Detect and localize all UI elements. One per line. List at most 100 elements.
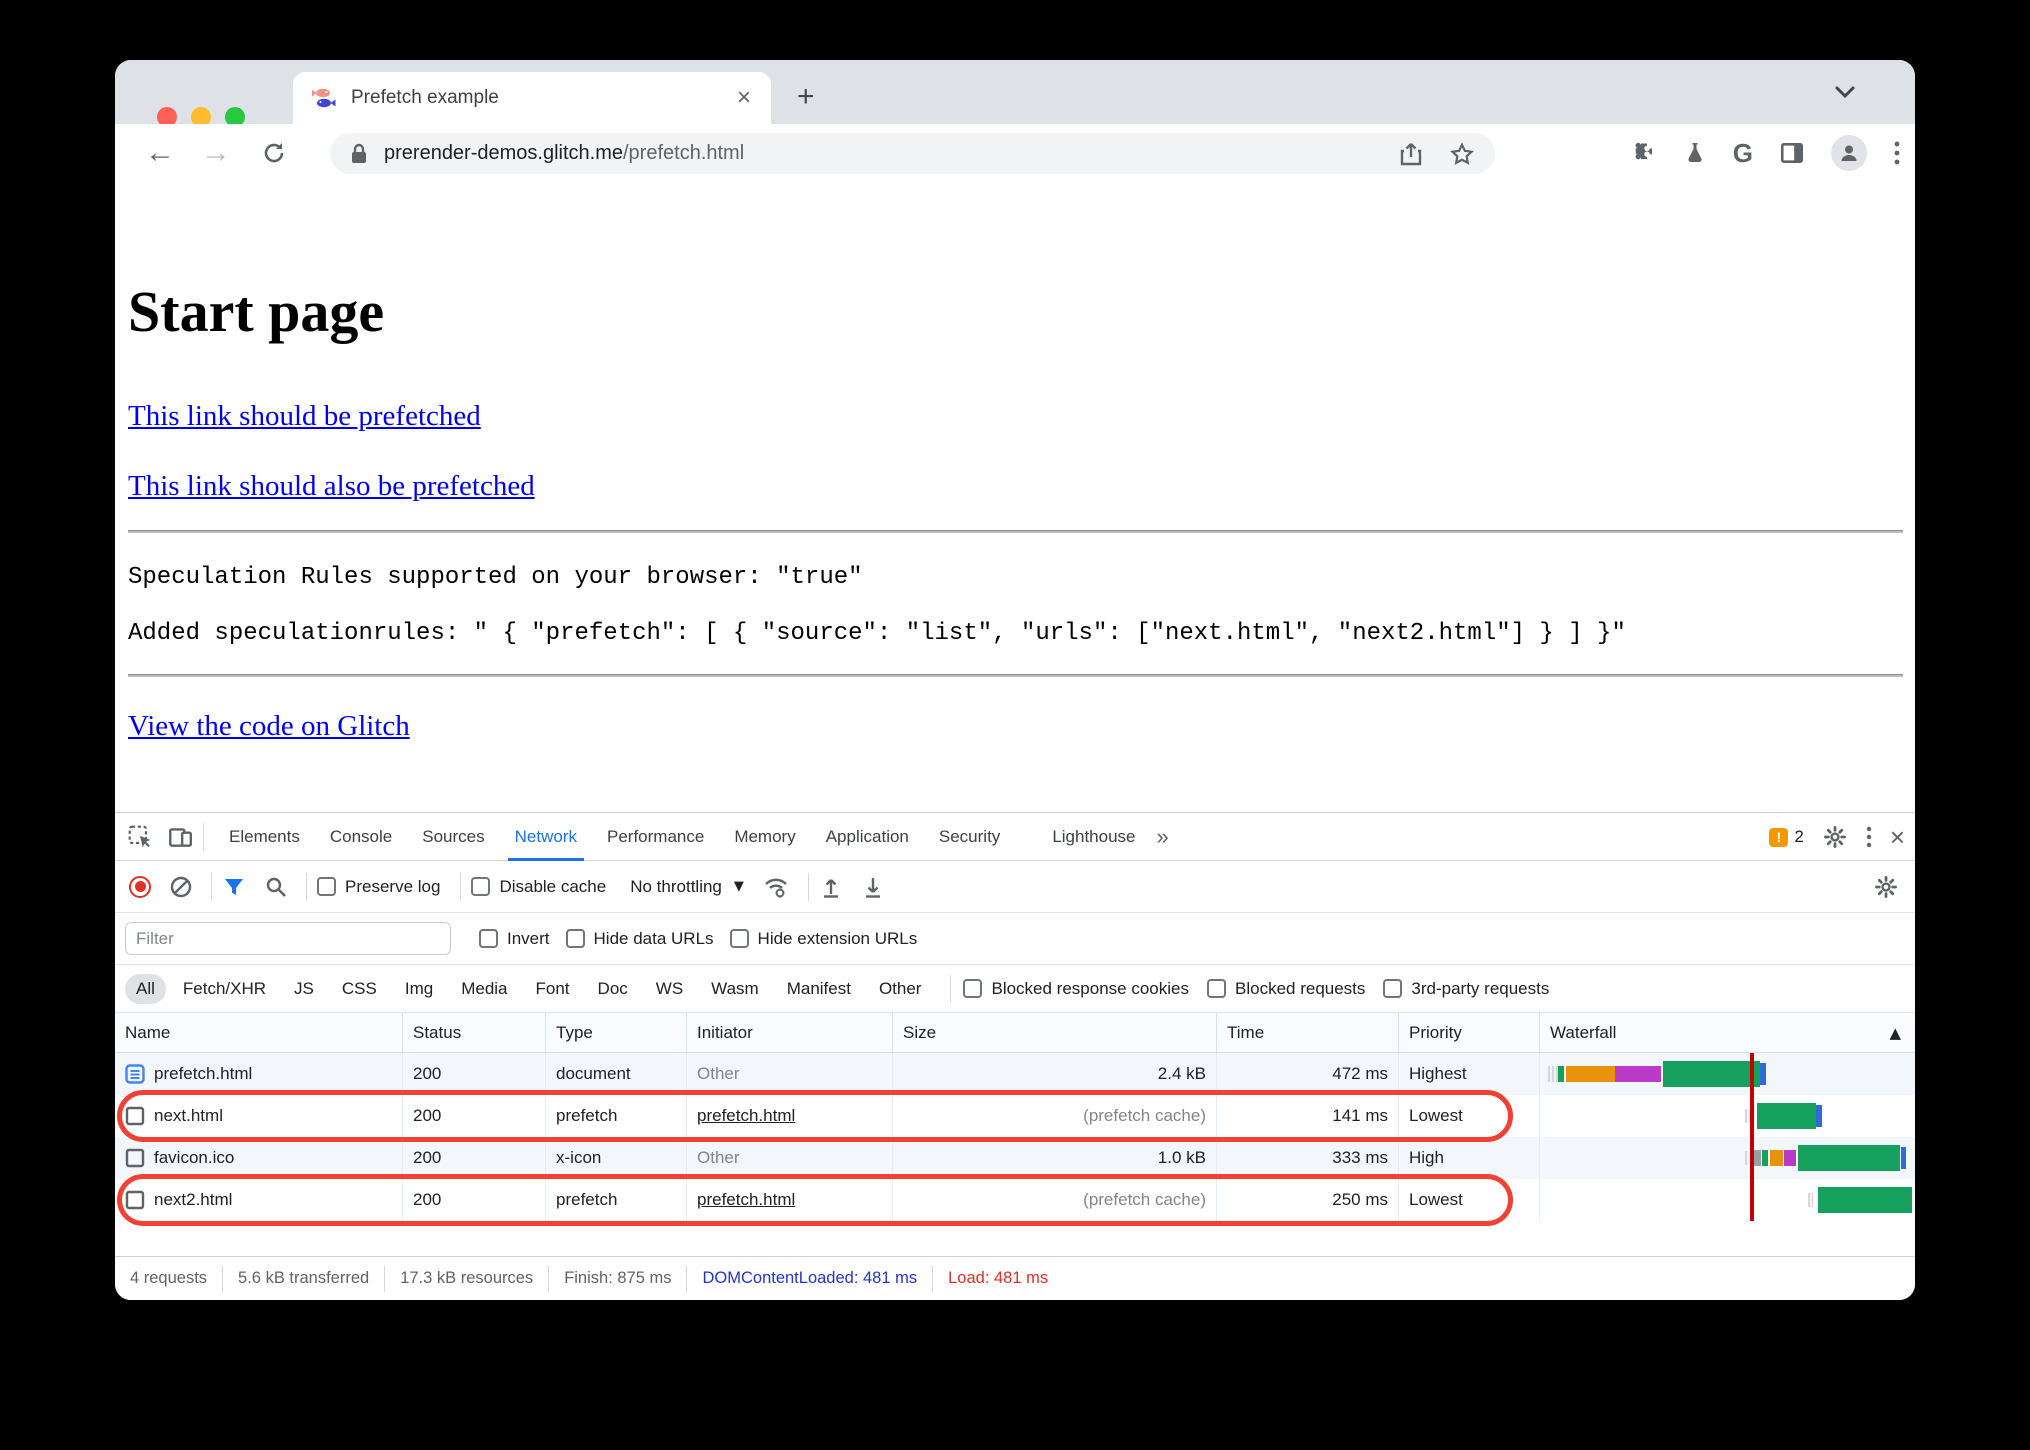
google-g-icon[interactable]: G <box>1733 138 1753 169</box>
share-icon[interactable] <box>1399 141 1423 167</box>
sort-arrow-icon[interactable]: ▲ <box>1889 1024 1901 1042</box>
tab-lighthouse[interactable]: Lighthouse <box>1037 813 1150 861</box>
devtools-settings-gear-icon[interactable] <box>1822 824 1848 850</box>
fish-favicon-icon <box>312 88 336 108</box>
tab-network[interactable]: Network <box>500 813 592 861</box>
invert-checkbox[interactable] <box>479 929 498 948</box>
type-pill-js[interactable]: JS <box>283 974 325 1004</box>
table-row[interactable]: next.html 200 prefetch prefetch.html (pr… <box>115 1090 1915 1142</box>
prefetch-link-2[interactable]: This link should also be prefetched <box>128 470 535 503</box>
document-icon <box>125 1064 145 1084</box>
type-pill-other[interactable]: Other <box>868 974 933 1004</box>
initiator-link[interactable]: prefetch.html <box>697 1106 795 1126</box>
column-header-initiator[interactable]: Initiator <box>686 1013 892 1052</box>
type-pill-wasm[interactable]: Wasm <box>700 974 770 1004</box>
request-name: next.html <box>154 1106 223 1125</box>
column-header-waterfall[interactable]: Waterfall <box>1539 1013 1915 1052</box>
waterfall-bar <box>1539 1137 1915 1179</box>
blocked-requests-checkbox[interactable] <box>1207 979 1226 998</box>
tab-sources[interactable]: Sources <box>407 813 499 861</box>
table-row[interactable]: next2.html 200 prefetch prefetch.html (p… <box>115 1174 1915 1226</box>
waterfall-bar <box>1539 1095 1915 1137</box>
devtools-close-icon[interactable]: × <box>1890 822 1905 853</box>
inspect-element-icon[interactable] <box>127 824 153 850</box>
address-bar[interactable]: prerender-demos.glitch.me/prefetch.html <box>330 133 1495 174</box>
third-party-requests-checkbox[interactable] <box>1383 979 1403 998</box>
table-row[interactable]: prefetch.html 200 document Other 2.4 kB … <box>115 1053 1915 1095</box>
search-icon[interactable] <box>264 875 288 899</box>
filter-input[interactable] <box>125 922 451 955</box>
issues-badge[interactable]: ! 2 <box>1769 827 1804 847</box>
hide-data-urls-checkbox[interactable] <box>565 929 585 948</box>
initiator-link[interactable]: prefetch.html <box>697 1190 795 1210</box>
blocked-requests-label: Blocked requests <box>1235 978 1366 998</box>
request-type-filters: All Fetch/XHR JS CSS Img Media Font Doc … <box>115 965 1915 1013</box>
browser-window: Prefetch example × + ← → prerender-demos… <box>115 60 1915 1300</box>
new-tab-button[interactable]: + <box>797 82 815 112</box>
forward-button[interactable]: → <box>201 138 231 168</box>
type-pill-media[interactable]: Media <box>450 974 518 1004</box>
prefetch-link-1[interactable]: This link should be prefetched <box>128 400 481 433</box>
tab-strip: Prefetch example × + <box>115 60 1915 127</box>
transferred-size: 5.6 kB transferred <box>223 1265 386 1292</box>
column-header-priority[interactable]: Priority <box>1398 1013 1539 1052</box>
horizontal-rule <box>128 674 1903 677</box>
blocked-response-cookies-checkbox[interactable] <box>963 979 983 998</box>
request-size: (prefetch cache) <box>892 1179 1216 1221</box>
table-row[interactable]: favicon.ico 200 x-icon Other 1.0 kB 333 … <box>115 1137 1915 1179</box>
disable-cache-checkbox[interactable] <box>471 877 491 896</box>
side-panel-icon[interactable] <box>1779 140 1805 166</box>
column-header-status[interactable]: Status <box>402 1013 545 1052</box>
network-toolbar: Preserve log Disable cache No throttling… <box>115 861 1915 913</box>
import-har-icon[interactable] <box>819 874 843 900</box>
type-pill-ws[interactable]: WS <box>645 974 694 1004</box>
type-pill-fetch-xhr[interactable]: Fetch/XHR <box>172 974 277 1004</box>
tab-elements[interactable]: Elements <box>214 813 315 861</box>
type-pill-all[interactable]: All <box>125 973 166 1004</box>
device-toolbar-icon[interactable] <box>167 824 193 850</box>
tab-memory[interactable]: Memory <box>719 813 810 861</box>
browser-menu-kebab-icon[interactable] <box>1893 139 1901 167</box>
file-icon <box>125 1190 145 1210</box>
type-pill-doc[interactable]: Doc <box>587 974 639 1004</box>
throttling-dropdown[interactable]: No throttling ▼ <box>630 877 744 897</box>
more-tabs-icon[interactable]: » <box>1157 824 1169 850</box>
tab-application[interactable]: Application <box>811 813 924 861</box>
column-header-time[interactable]: Time <box>1216 1013 1398 1052</box>
type-pill-img[interactable]: Img <box>394 974 444 1004</box>
invert-label: Invert <box>507 928 550 948</box>
column-header-size[interactable]: Size <box>892 1013 1216 1052</box>
request-type: prefetch <box>545 1095 686 1137</box>
tab-security[interactable]: Security <box>924 813 1015 861</box>
extensions-puzzle-icon[interactable] <box>1631 140 1657 166</box>
column-header-type[interactable]: Type <box>545 1013 686 1052</box>
finish-time: Finish: 875 ms <box>549 1265 688 1292</box>
type-pill-font[interactable]: Font <box>525 974 581 1004</box>
hide-extension-urls-checkbox[interactable] <box>729 929 749 948</box>
record-network-log-button[interactable] <box>129 875 151 898</box>
tab-console[interactable]: Console <box>315 813 407 861</box>
back-button[interactable]: ← <box>145 138 175 168</box>
profile-avatar[interactable] <box>1831 135 1867 171</box>
devtools-menu-kebab-icon[interactable] <box>1866 825 1872 849</box>
bookmark-star-icon[interactable] <box>1449 141 1475 167</box>
request-priority: Lowest <box>1398 1179 1539 1221</box>
glitch-code-link[interactable]: View the code on Glitch <box>128 710 410 743</box>
column-header-name[interactable]: Name <box>115 1013 402 1052</box>
export-har-icon[interactable] <box>861 874 885 900</box>
preserve-log-label: Preserve log <box>345 876 441 896</box>
flask-icon[interactable] <box>1683 140 1707 166</box>
preserve-log-checkbox[interactable] <box>317 877 336 896</box>
filter-funnel-icon[interactable] <box>222 875 246 899</box>
type-pill-manifest[interactable]: Manifest <box>776 974 862 1004</box>
page-title: Start page <box>128 279 385 344</box>
network-settings-gear-icon[interactable] <box>1873 874 1899 900</box>
browser-tab[interactable]: Prefetch example × <box>293 72 771 124</box>
clear-network-log-icon[interactable] <box>169 875 193 899</box>
type-pill-css[interactable]: CSS <box>331 974 388 1004</box>
tab-close-icon[interactable]: × <box>735 84 753 112</box>
tab-performance[interactable]: Performance <box>592 813 719 861</box>
network-conditions-icon[interactable] <box>762 874 790 900</box>
reload-button[interactable] <box>261 140 287 166</box>
tab-search-chevron-icon[interactable] <box>1833 84 1857 100</box>
